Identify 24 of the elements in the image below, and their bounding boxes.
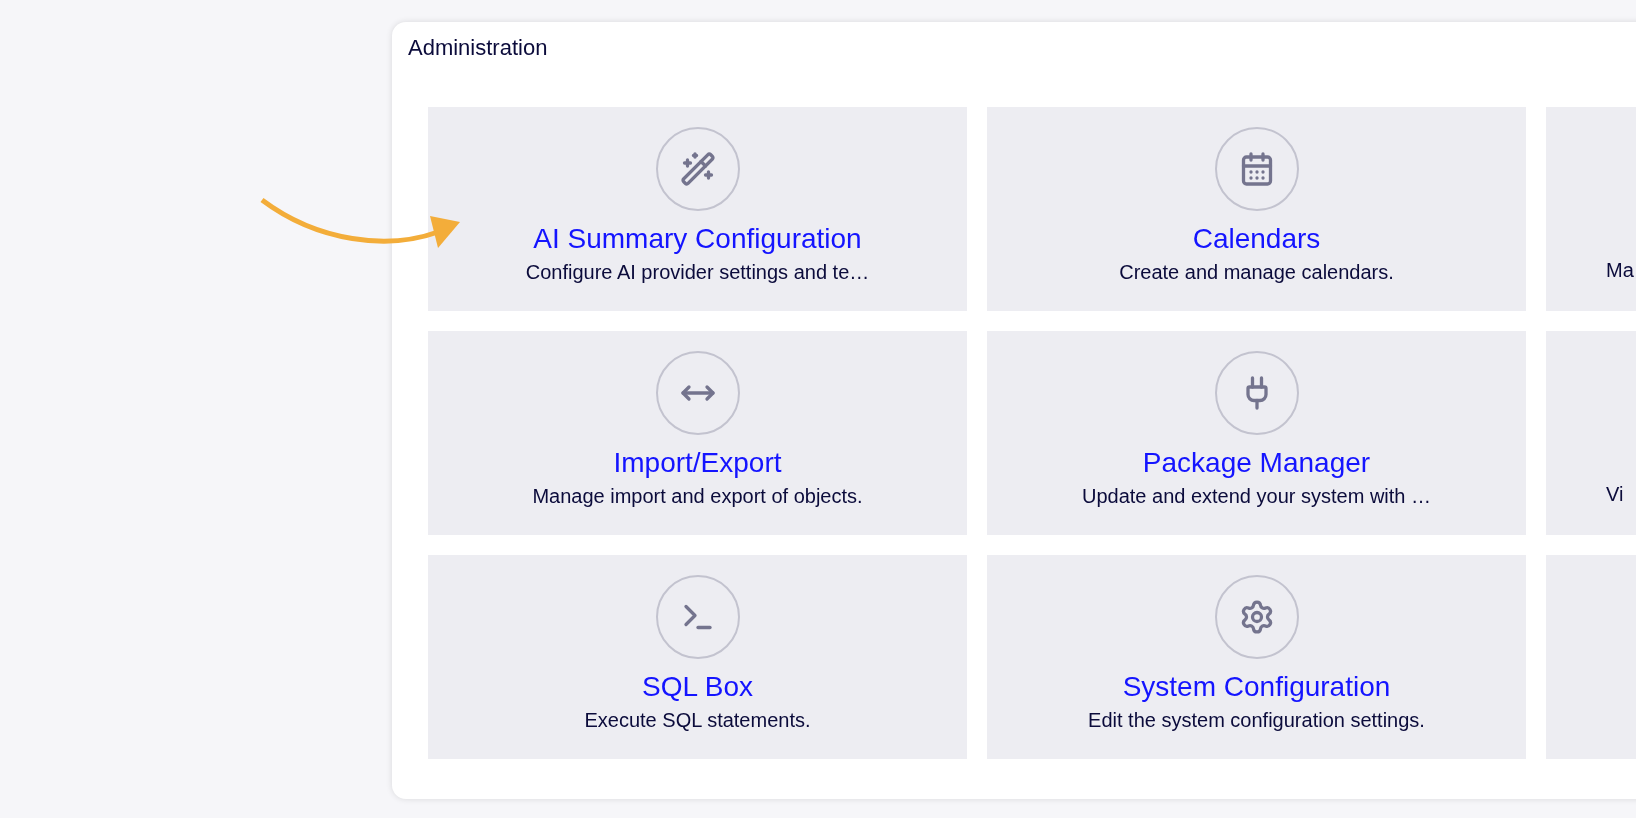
card-title-link[interactable]: Package Manager xyxy=(1142,445,1371,481)
card-description: Execute SQL statements. xyxy=(584,708,811,733)
card-title-link[interactable]: AI Summary Configuration xyxy=(533,221,862,257)
card-description: Update and extend your system with … xyxy=(1081,484,1432,509)
admin-card[interactable]: Ma xyxy=(1546,107,1636,311)
card-title-link[interactable]: Import/Export xyxy=(613,445,782,481)
magic-wand-icon xyxy=(679,151,716,187)
panel-title: Administration xyxy=(408,34,549,62)
card-title-link[interactable]: SQL Box xyxy=(642,669,753,705)
card-title-link[interactable]: System Configuration xyxy=(1122,669,1391,705)
admin-card[interactable]: Import/Export Manage import and export of objects. xyxy=(428,331,967,535)
card-description: Ma xyxy=(1606,258,1635,283)
card-title-link[interactable]: Calendars xyxy=(1192,221,1321,257)
admin-card[interactable]: System Configuration Edit the system configuration settings. xyxy=(987,555,1526,759)
admin-card[interactable]: Calendars Create and manage calendars. xyxy=(987,107,1526,311)
card-description: Create and manage calendars. xyxy=(1119,260,1394,285)
card-description: Configure AI provider settings and te… xyxy=(525,260,870,285)
card-description: Edit the system configuration settings. xyxy=(1088,708,1425,733)
admin-card[interactable]: AI Summary Configuration Configure AI provider settings and te… xyxy=(428,107,967,311)
admin-card[interactable]: Package Manager Update and extend your system with … xyxy=(987,331,1526,535)
card-description: Vi xyxy=(1606,482,1625,507)
admin-card[interactable]: SQL Box Execute SQL statements. xyxy=(428,555,967,759)
admin-card[interactable]: Vi xyxy=(1546,331,1636,535)
card-description: Manage import and export of objects. xyxy=(532,484,863,509)
